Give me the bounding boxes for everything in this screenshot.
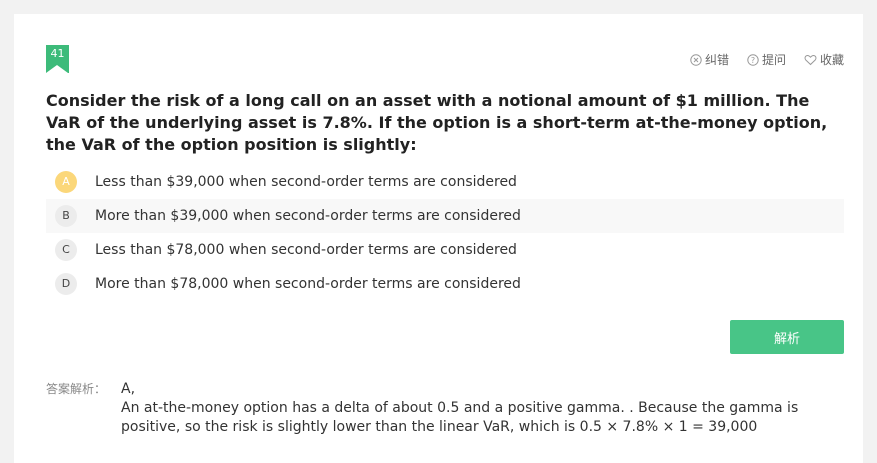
answer-explanation-line-2: positive, so the risk is slightly lower … <box>121 419 758 435</box>
answer-result: A, <box>121 381 136 397</box>
option-d[interactable]: D More than $78,000 when second-order te… <box>46 267 844 301</box>
option-c-text: Less than $78,000 when second-order term… <box>95 242 517 258</box>
question-circle-icon: ? <box>747 53 759 66</box>
analyze-button[interactable]: 解析 <box>730 320 844 354</box>
option-c[interactable]: C Less than $78,000 when second-order te… <box>46 233 844 267</box>
close-circle-icon <box>690 53 702 66</box>
option-b[interactable]: B More than $39,000 when second-order te… <box>46 199 844 233</box>
heart-icon <box>804 54 817 66</box>
option-list: A Less than $39,000 when second-order te… <box>46 165 844 301</box>
option-b-letter: B <box>55 205 77 227</box>
question-text: Consider the risk of a long call on an a… <box>46 91 828 154</box>
report-error-label: 纠错 <box>704 53 729 67</box>
ask-question-button[interactable]: ? 提问 <box>747 51 786 68</box>
option-c-letter: C <box>55 239 77 261</box>
option-a[interactable]: A Less than $39,000 when second-order te… <box>46 165 844 199</box>
option-d-letter: D <box>55 273 77 295</box>
svg-text:?: ? <box>751 56 755 65</box>
question-toolbar: 纠错 ? 提问 收藏 <box>690 51 844 68</box>
question-number-badge: 41 <box>46 45 69 73</box>
answer-label: 答案解析： <box>46 382 107 396</box>
favorite-button[interactable]: 收藏 <box>804 51 844 68</box>
ask-question-label: 提问 <box>761 53 786 67</box>
report-error-button[interactable]: 纠错 <box>690 51 729 68</box>
favorite-label: 收藏 <box>819 53 844 67</box>
answer-explanation-line-1: An at-the-money option has a delta of ab… <box>121 400 799 416</box>
answer-explanation: A, An at-the-money option has a delta of… <box>121 380 841 437</box>
option-a-letter: A <box>55 171 77 193</box>
question-card: 41 纠错 ? 提问 收藏 Consider the risk of a lon… <box>14 14 863 463</box>
option-d-text: More than $78,000 when second-order term… <box>95 276 521 292</box>
option-a-text: Less than $39,000 when second-order term… <box>95 174 517 190</box>
option-b-text: More than $39,000 when second-order term… <box>95 208 521 224</box>
